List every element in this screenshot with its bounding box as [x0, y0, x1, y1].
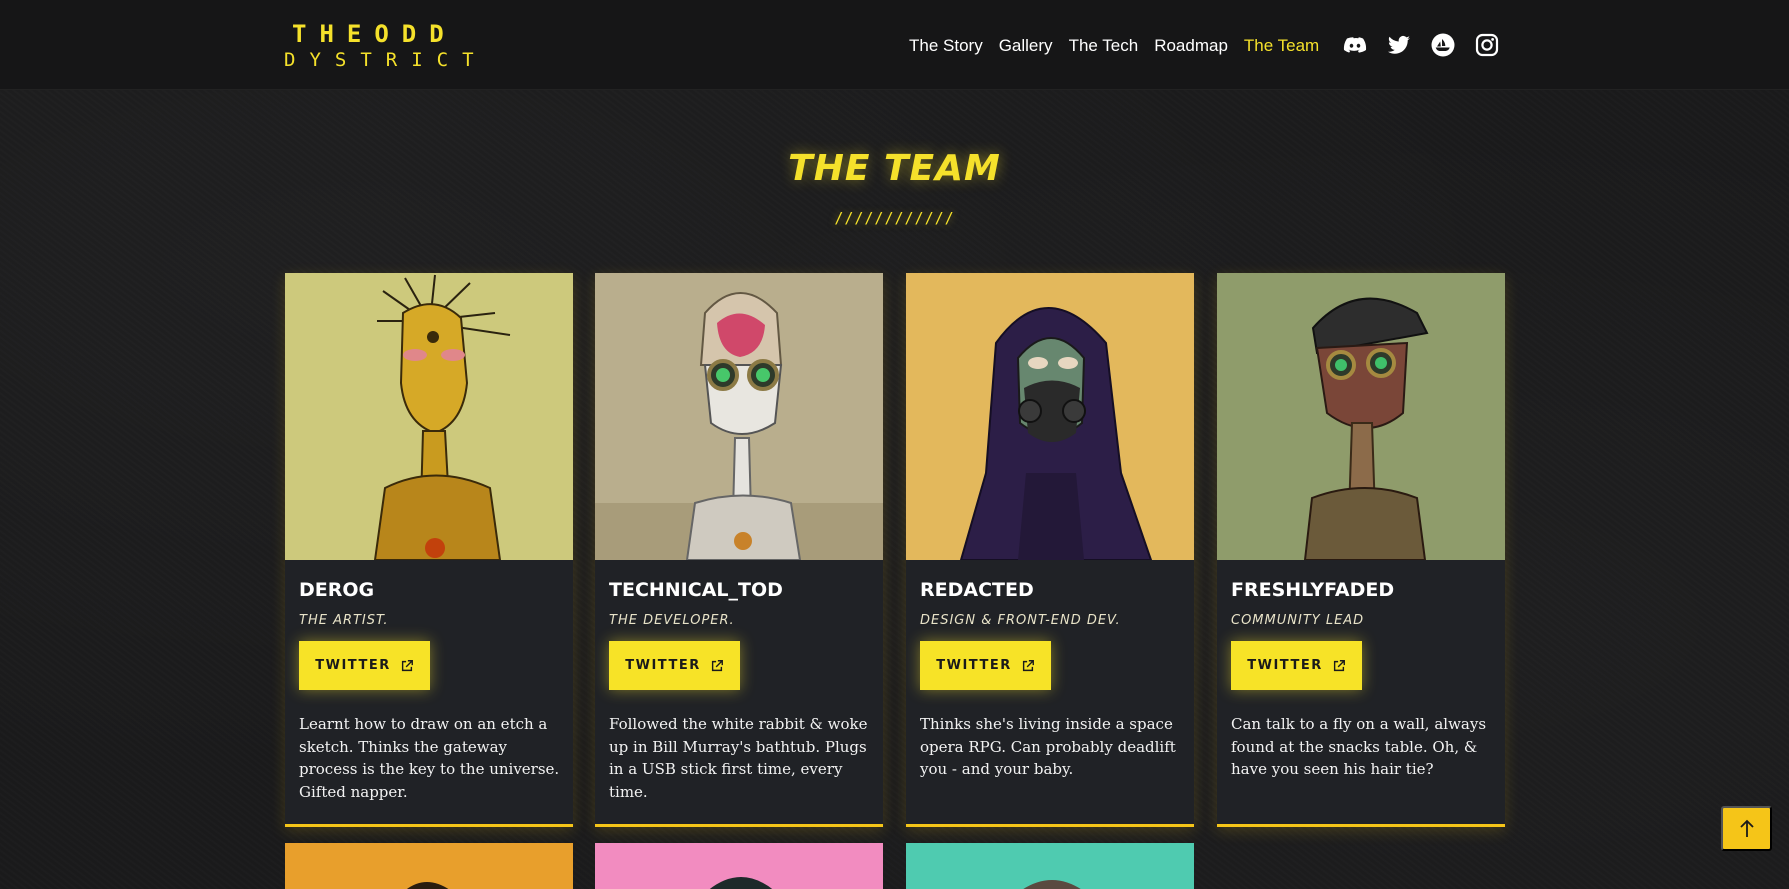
team-member-role: THE DEVELOPER. [609, 613, 735, 628]
back-to-top-button[interactable] [1721, 806, 1772, 851]
team-member-bio: Thinks she's living inside a space opera… [920, 715, 1176, 778]
team-card-derog: DEROG THE ARTIST. TWITTER Learnt how to … [285, 273, 573, 827]
twitter-button[interactable]: TWITTER [1231, 641, 1362, 690]
nav-item-story[interactable]: The Story [909, 36, 983, 56]
team-member-name: FRESHLYFADED [1231, 579, 1395, 601]
discord-icon[interactable] [1342, 32, 1367, 57]
brand-logo[interactable]: THEODD DYSTRICT [284, 20, 474, 72]
team-member-name: DEROG [299, 579, 375, 601]
external-link-icon [711, 659, 723, 671]
team-member-role: DESIGN & FRONT-END DEV. [920, 613, 1121, 628]
nav-item-tech[interactable]: The Tech [1069, 36, 1139, 56]
twitter-button[interactable]: TWITTER [920, 641, 1051, 690]
twitter-button-label: TWITTER [1247, 658, 1323, 673]
instagram-icon[interactable] [1474, 32, 1499, 57]
team-card-next-2 [595, 843, 883, 889]
team-member-role: THE ARTIST. [299, 613, 389, 628]
site-header: THEODD DYSTRICT The Story Gallery The Te… [0, 0, 1789, 90]
team-member-bio: Followed the white rabbit & woke up in B… [609, 715, 868, 801]
twitter-button-label: TWITTER [936, 658, 1012, 673]
team-portrait [285, 273, 573, 560]
twitter-icon[interactable] [1386, 32, 1411, 57]
team-member-role: COMMUNITY LEAD [1231, 613, 1365, 628]
section-title-wrap: THE TEAM [0, 148, 1789, 189]
nav-item-team[interactable]: The Team [1244, 36, 1319, 56]
team-member-bio: Can talk to a fly on a wall, always foun… [1231, 715, 1487, 778]
team-portrait [906, 273, 1194, 560]
section-divider: //////////// [834, 209, 955, 227]
external-link-icon [401, 659, 413, 671]
team-card-freshlyfaded: FRESHLYFADED COMMUNITY LEAD TWITTER Can … [1217, 273, 1505, 827]
brand-logo-line1: THEODD [292, 20, 457, 48]
team-member-name: REDACTED [920, 579, 1034, 601]
twitter-button-label: TWITTER [625, 658, 701, 673]
team-card-next-1 [285, 843, 573, 889]
team-portrait [1217, 273, 1505, 560]
opensea-icon[interactable] [1430, 32, 1455, 57]
team-member-name: TECHNICAL_TOD [609, 579, 783, 601]
external-link-icon [1333, 659, 1345, 671]
brand-logo-line2: DYSTRICT [284, 49, 488, 71]
team-card-redacted: REDACTED DESIGN & FRONT-END DEV. TWITTER… [906, 273, 1194, 827]
main-nav: The Story Gallery The Tech Roadmap The T… [909, 34, 1319, 58]
nav-item-roadmap[interactable]: Roadmap [1154, 36, 1228, 56]
team-portrait [595, 273, 883, 560]
nav-item-gallery[interactable]: Gallery [999, 36, 1053, 56]
twitter-button[interactable]: TWITTER [299, 641, 430, 690]
arrow-up-icon [1739, 819, 1754, 837]
external-link-icon [1022, 659, 1034, 671]
team-card-technical-tod: TECHNICAL_TOD THE DEVELOPER. TWITTER Fol… [595, 273, 883, 827]
twitter-button-label: TWITTER [315, 658, 391, 673]
team-card-next-3 [906, 843, 1194, 889]
team-member-bio: Learnt how to draw on an etch a sketch. … [299, 715, 560, 801]
social-links [1342, 32, 1499, 57]
twitter-button[interactable]: TWITTER [609, 641, 740, 690]
section-title: THE TEAM [788, 148, 1001, 189]
